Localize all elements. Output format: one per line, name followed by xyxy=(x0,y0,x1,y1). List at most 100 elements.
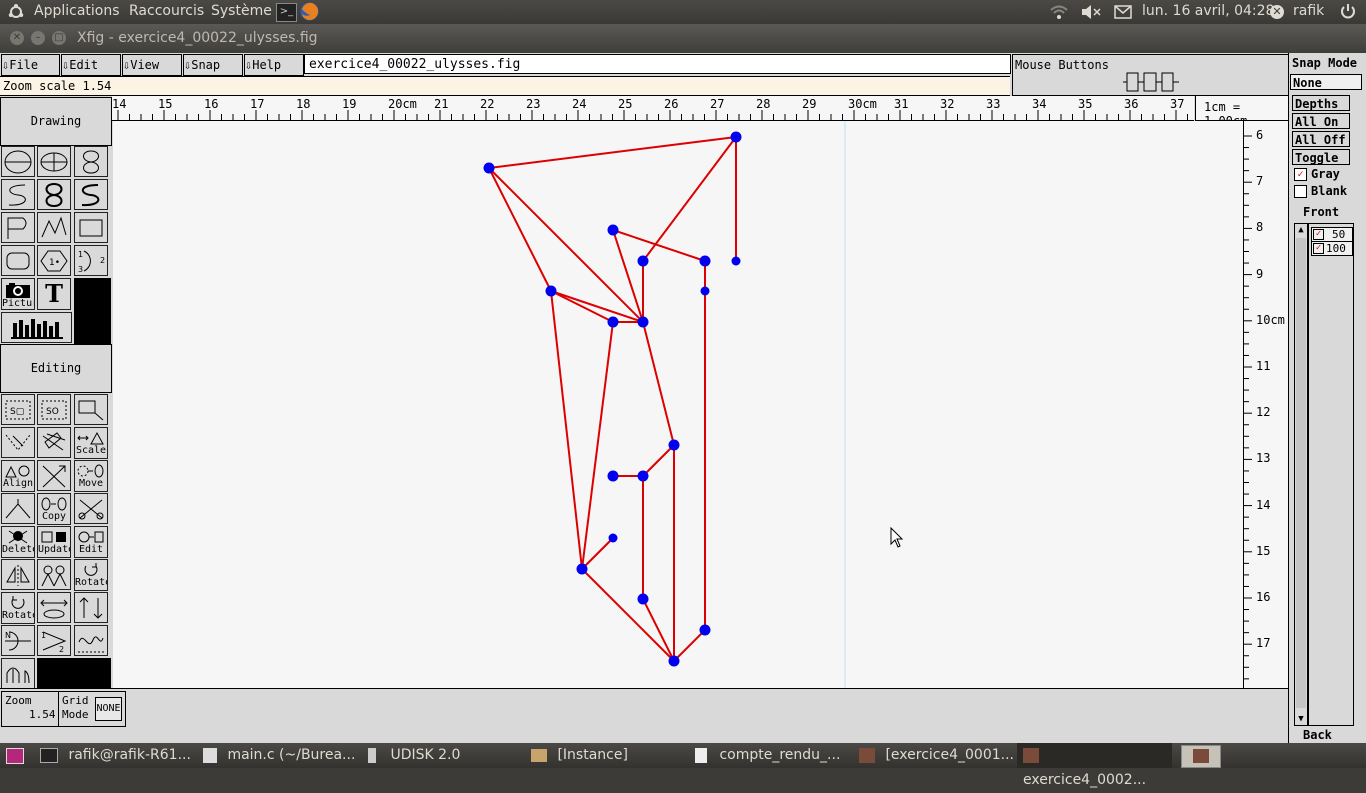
text-tool[interactable]: T xyxy=(37,278,71,310)
graph-node[interactable] xyxy=(607,316,619,328)
toggle-button[interactable]: Toggle xyxy=(1292,149,1350,165)
task-xfig-2-active[interactable]: exercice4_0002... xyxy=(1017,743,1172,788)
graph-node[interactable] xyxy=(668,439,680,451)
graph-edge[interactable] xyxy=(642,444,675,477)
wifi-icon[interactable] xyxy=(1050,4,1068,24)
open-spline-tool[interactable] xyxy=(1,179,35,210)
blank-checkbox[interactable] xyxy=(1294,185,1307,198)
file-menu-button[interactable]: ⇩File xyxy=(1,54,60,76)
graph-edge[interactable] xyxy=(581,537,614,570)
copy-tool[interactable]: Copy xyxy=(37,493,71,525)
cut-tool[interactable] xyxy=(74,493,108,524)
power-icon[interactable] xyxy=(1340,3,1356,24)
graph-node[interactable] xyxy=(576,563,588,575)
user-status-icon[interactable]: ✕ xyxy=(1270,5,1284,19)
depth-checkbox[interactable]: ✓ xyxy=(1313,229,1324,240)
blank-checkbox-row[interactable]: Blank xyxy=(1292,184,1352,200)
graph-node[interactable] xyxy=(731,256,741,266)
help-menu-button[interactable]: ⇩Help xyxy=(244,54,304,76)
all-on-button[interactable]: All On xyxy=(1292,113,1350,129)
regular-polygon-tool[interactable]: 1• xyxy=(37,245,71,276)
task-udisk[interactable]: UDISK 2.0 xyxy=(368,743,523,768)
graph-node[interactable] xyxy=(637,316,649,328)
depth-item-100[interactable]: ✓ 100 xyxy=(1311,241,1353,256)
rounded-rectangle-tool[interactable] xyxy=(1,245,35,276)
graph-node[interactable] xyxy=(699,255,711,267)
graph-edge[interactable] xyxy=(581,568,675,662)
graph-edge[interactable] xyxy=(612,229,706,262)
task-xfig-1[interactable]: [exercice4_0001... xyxy=(859,743,1014,768)
graph-edge[interactable] xyxy=(488,136,737,169)
scale-tool[interactable]: Scale xyxy=(74,427,108,459)
task-terminal[interactable]: rafik@rafik-R61... xyxy=(40,743,195,768)
figure-svg[interactable] xyxy=(113,121,1243,688)
task-compte-rendu[interactable]: compte_rendu_... xyxy=(695,743,850,768)
depth-item-50[interactable]: ✓ 50 xyxy=(1311,227,1353,242)
close-icon[interactable]: ✕ xyxy=(10,31,24,45)
depth-scrollbar[interactable]: ▲ ▼ xyxy=(1294,223,1308,726)
mirror-tool[interactable] xyxy=(37,559,71,590)
graph-node[interactable] xyxy=(607,224,619,236)
tangent-tool[interactable] xyxy=(74,625,108,656)
task-editor[interactable]: main.c (~/Burea... xyxy=(203,743,358,768)
scroll-thumb[interactable] xyxy=(1296,238,1306,708)
ellipse-diameter-tool[interactable] xyxy=(37,146,71,177)
align-tool[interactable]: Align xyxy=(1,460,35,492)
picture-tool[interactable]: Picture xyxy=(1,278,35,310)
drawing-canvas[interactable] xyxy=(113,121,1243,688)
graph-edge[interactable] xyxy=(550,290,583,570)
polygon-tool[interactable] xyxy=(1,212,35,243)
join-split-tool[interactable]: 12 xyxy=(37,625,71,656)
volume-icon[interactable] xyxy=(1080,4,1102,24)
interp-closed-spline-tool[interactable] xyxy=(37,179,71,210)
all-off-button[interactable]: All Off xyxy=(1292,131,1350,147)
graph-edge[interactable] xyxy=(550,290,614,323)
grid-mode-control[interactable]: Grid Mode NONE xyxy=(58,691,126,727)
polyline-tool[interactable] xyxy=(37,212,71,243)
interp-open-spline-tool[interactable] xyxy=(74,179,108,210)
delete-tool[interactable]: Delete xyxy=(1,526,35,558)
arrow-tool[interactable] xyxy=(37,460,71,491)
zoom-control[interactable]: Zoom 1.54 xyxy=(1,691,59,727)
gray-checkbox-row[interactable]: ✓ Gray xyxy=(1292,167,1352,183)
graph-edge[interactable] xyxy=(642,598,675,662)
mail-icon[interactable] xyxy=(1114,5,1132,23)
flip-tool[interactable] xyxy=(1,559,35,590)
graph-edge[interactable] xyxy=(581,321,614,570)
edit-tool[interactable]: Edit xyxy=(74,526,108,558)
graph-node[interactable] xyxy=(545,285,557,297)
graph-edge[interactable] xyxy=(488,167,552,292)
graph-edge[interactable] xyxy=(642,321,675,446)
open-compound-tool[interactable] xyxy=(74,394,108,425)
arc-flip-tool[interactable]: N xyxy=(1,625,35,656)
graph-node[interactable] xyxy=(608,533,618,543)
rotate-cw-tool[interactable]: Rotate xyxy=(74,559,108,591)
side-ruler[interactable]: 6 7 8 9 10cm 11 12 13 14 15 16 17 xyxy=(1243,121,1288,688)
closed-spline-tool[interactable] xyxy=(74,146,108,177)
graph-edge[interactable] xyxy=(642,136,737,262)
graph-edge[interactable] xyxy=(673,629,706,662)
ubuntu-logo-icon[interactable] xyxy=(8,4,24,20)
workspace-switcher-icon[interactable] xyxy=(1181,745,1221,768)
view-menu-button[interactable]: ⇩View xyxy=(122,54,182,76)
terminal-launcher-icon[interactable]: >_ xyxy=(276,3,297,22)
graph-node[interactable] xyxy=(730,131,742,143)
graph-node[interactable] xyxy=(668,655,680,667)
library-tool[interactable] xyxy=(1,312,72,343)
move-point-tool[interactable] xyxy=(1,493,35,524)
update-tool[interactable]: Update xyxy=(37,526,71,558)
rectangle-tool[interactable] xyxy=(74,212,108,243)
minimize-icon[interactable]: – xyxy=(31,31,45,45)
break-compound-tool[interactable]: SO xyxy=(37,394,71,425)
graph-node[interactable] xyxy=(637,593,649,605)
show-desktop-icon[interactable] xyxy=(6,748,24,764)
circle-radius-tool[interactable] xyxy=(1,146,35,177)
scroll-down-icon[interactable]: ▼ xyxy=(1295,713,1307,725)
compound-tool[interactable]: S▢ xyxy=(1,394,35,425)
delete-point-tool[interactable] xyxy=(37,427,71,458)
graph-node[interactable] xyxy=(637,255,649,267)
graph-edge[interactable] xyxy=(550,290,644,323)
firefox-launcher-icon[interactable] xyxy=(299,1,320,22)
convert-tool[interactable] xyxy=(37,592,71,623)
edit-menu-button[interactable]: ⇩Edit xyxy=(61,54,121,76)
